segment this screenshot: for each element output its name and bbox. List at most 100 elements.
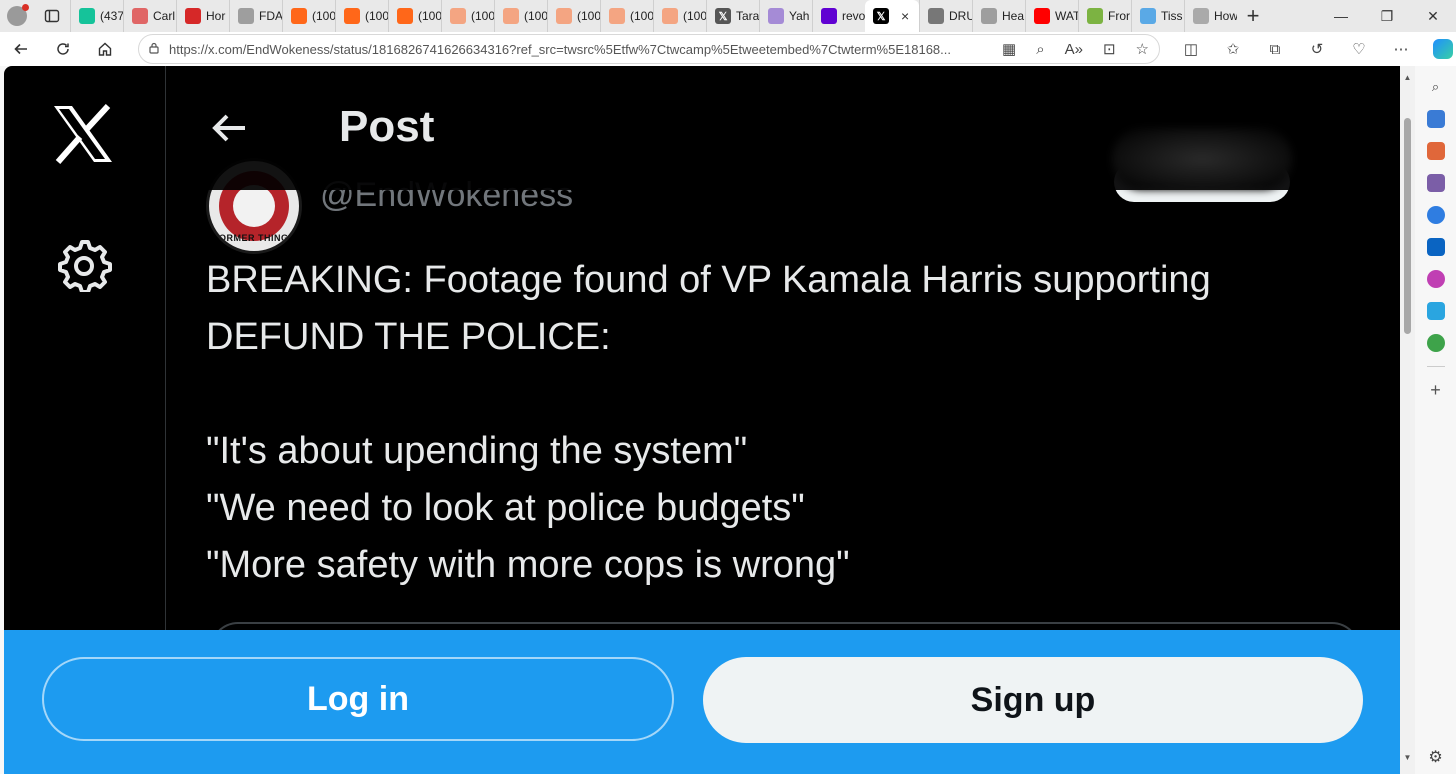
collections-icon[interactable]: ⧉: [1254, 32, 1296, 66]
browser-tab[interactable]: (100: [547, 0, 600, 32]
scroll-thumb[interactable]: [1404, 118, 1411, 334]
browser-tab[interactable]: (437: [70, 0, 123, 32]
favorites-icon[interactable]: ✩: [1212, 32, 1254, 66]
extension-icon[interactable]: ⊡: [1103, 40, 1116, 58]
browser-tab[interactable]: How: [1184, 0, 1237, 32]
tab-label: (100: [312, 9, 335, 23]
more-menu-icon[interactable]: ⋯: [1380, 32, 1422, 66]
refresh-icon: [57, 43, 69, 55]
post-line: "It's about upending the system": [206, 430, 748, 472]
microsoft365-icon[interactable]: [1426, 206, 1445, 224]
zoom-icon[interactable]: ⌕: [1036, 41, 1044, 58]
tab-label: Tara: [736, 9, 759, 23]
x-icon: 𝕏: [715, 8, 731, 24]
close-tab-icon[interactable]: ×: [901, 8, 909, 24]
home-button[interactable]: [84, 32, 126, 66]
browser-tab[interactable]: DRU: [919, 0, 972, 32]
signup-button[interactable]: Sign up: [703, 657, 1363, 743]
browser-tab[interactable]: 𝕏 ×: [865, 0, 919, 32]
browser-essentials-icon[interactable]: ♡: [1338, 32, 1380, 66]
address-bar[interactable]: https://x.com/EndWokeness/status/1816826…: [138, 34, 1160, 64]
profile-button[interactable]: [0, 0, 34, 32]
new-tab-button[interactable]: +: [1237, 0, 1269, 32]
back-arrow-icon[interactable]: [209, 108, 249, 148]
blurred-header-element: [1112, 128, 1292, 190]
page-scrollbar[interactable]: ▲ ▼: [1400, 66, 1415, 774]
url-text[interactable]: https://x.com/EndWokeness/status/1816826…: [169, 42, 969, 57]
login-bar: Log in Sign up: [4, 630, 1400, 774]
browser-tab[interactable]: (100: [494, 0, 547, 32]
avatar-text: FORMER THINGS: [213, 233, 295, 243]
post-line: [206, 366, 1346, 423]
document-icon: [238, 8, 254, 24]
tab-label: Hor: [206, 9, 226, 23]
browser-tab[interactable]: WAT: [1025, 0, 1078, 32]
tab-strip: (437 Carl Hor FDA (100 (100 (100 (100 (100 (100 (1…: [0, 0, 1456, 32]
add-sidebar-app-icon[interactable]: +: [1427, 380, 1445, 400]
tab-label: How: [1214, 9, 1237, 23]
tab-label: (100: [683, 9, 706, 23]
substack-icon: [662, 8, 678, 24]
tab-list: (437 Carl Hor FDA (100 (100 (100 (100 (100 (100 (1…: [70, 0, 1237, 32]
page-title: Post: [339, 102, 435, 151]
tab-label: DRU: [949, 9, 972, 23]
tab-label: revo: [842, 9, 865, 23]
video-icon: [132, 8, 148, 24]
minimize-button[interactable]: —: [1318, 0, 1364, 32]
browser-tab[interactable]: 𝕏 Tara: [706, 0, 759, 32]
browser-tab[interactable]: Hor: [176, 0, 229, 32]
substack-icon: [609, 8, 625, 24]
browser-tab[interactable]: Carl: [123, 0, 176, 32]
substack-icon: [397, 8, 413, 24]
sidebar-divider: [1426, 366, 1445, 367]
favorite-star-icon[interactable]: ☆: [1136, 40, 1149, 58]
settings-gear-icon[interactable]: [56, 236, 112, 292]
browser-tab[interactable]: (100: [441, 0, 494, 32]
browser-tab[interactable]: (100: [388, 0, 441, 32]
globe-icon: [1140, 8, 1156, 24]
app-available-icon[interactable]: ▦: [1002, 40, 1016, 58]
sidebar-settings-icon[interactable]: ⚙: [1427, 748, 1445, 766]
back-button[interactable]: [0, 32, 42, 66]
outlook-icon[interactable]: [1426, 238, 1445, 256]
restore-button[interactable]: ❐: [1364, 0, 1410, 32]
search-icon[interactable]: ⌕: [1427, 78, 1445, 96]
globe-icon: [1087, 8, 1103, 24]
browser-tab[interactable]: (100: [335, 0, 388, 32]
scroll-up-icon[interactable]: ▲: [1400, 70, 1415, 86]
avatar-inner: [233, 185, 275, 227]
lock-icon[interactable]: [139, 42, 169, 57]
games-icon[interactable]: [1426, 174, 1445, 192]
designer-icon[interactable]: [1426, 270, 1445, 288]
tab-label: Tiss: [1161, 9, 1183, 23]
tab-label: (100: [471, 9, 494, 23]
post-text: BREAKING: Footage found of VP Kamala Har…: [206, 252, 1346, 594]
browser-tab[interactable]: Tiss: [1131, 0, 1184, 32]
browser-tab[interactable]: (100: [653, 0, 706, 32]
scroll-down-icon[interactable]: ▼: [1400, 750, 1415, 766]
browser-tab[interactable]: (100: [282, 0, 335, 32]
shopping-tag-icon[interactable]: [1426, 110, 1445, 128]
tab-label: (437: [100, 9, 123, 23]
login-button[interactable]: Log in: [42, 657, 674, 741]
browser-tab[interactable]: Yah: [759, 0, 812, 32]
tab-actions-button[interactable]: [34, 0, 70, 32]
telegram-icon[interactable]: [1426, 302, 1445, 320]
copilot-icon[interactable]: [1422, 32, 1456, 66]
read-aloud-icon[interactable]: A»: [1065, 41, 1083, 58]
tree-icon[interactable]: [1426, 334, 1445, 352]
browser-tab[interactable]: FDA: [229, 0, 282, 32]
split-screen-icon[interactable]: ◫: [1170, 32, 1212, 66]
tab-label: (100: [524, 9, 547, 23]
browser-tab[interactable]: Hea: [972, 0, 1025, 32]
browser-tab[interactable]: revo: [812, 0, 865, 32]
browser-tab[interactable]: Fror: [1078, 0, 1131, 32]
home-icon: [98, 42, 112, 56]
tools-briefcase-icon[interactable]: [1426, 142, 1445, 160]
profile-avatar-icon: [7, 4, 29, 26]
x-logo-icon[interactable]: [50, 104, 116, 164]
refresh-button[interactable]: [42, 32, 84, 66]
close-window-button[interactable]: ✕: [1410, 0, 1456, 32]
browser-tab[interactable]: (100: [600, 0, 653, 32]
history-icon[interactable]: ↺: [1296, 32, 1338, 66]
